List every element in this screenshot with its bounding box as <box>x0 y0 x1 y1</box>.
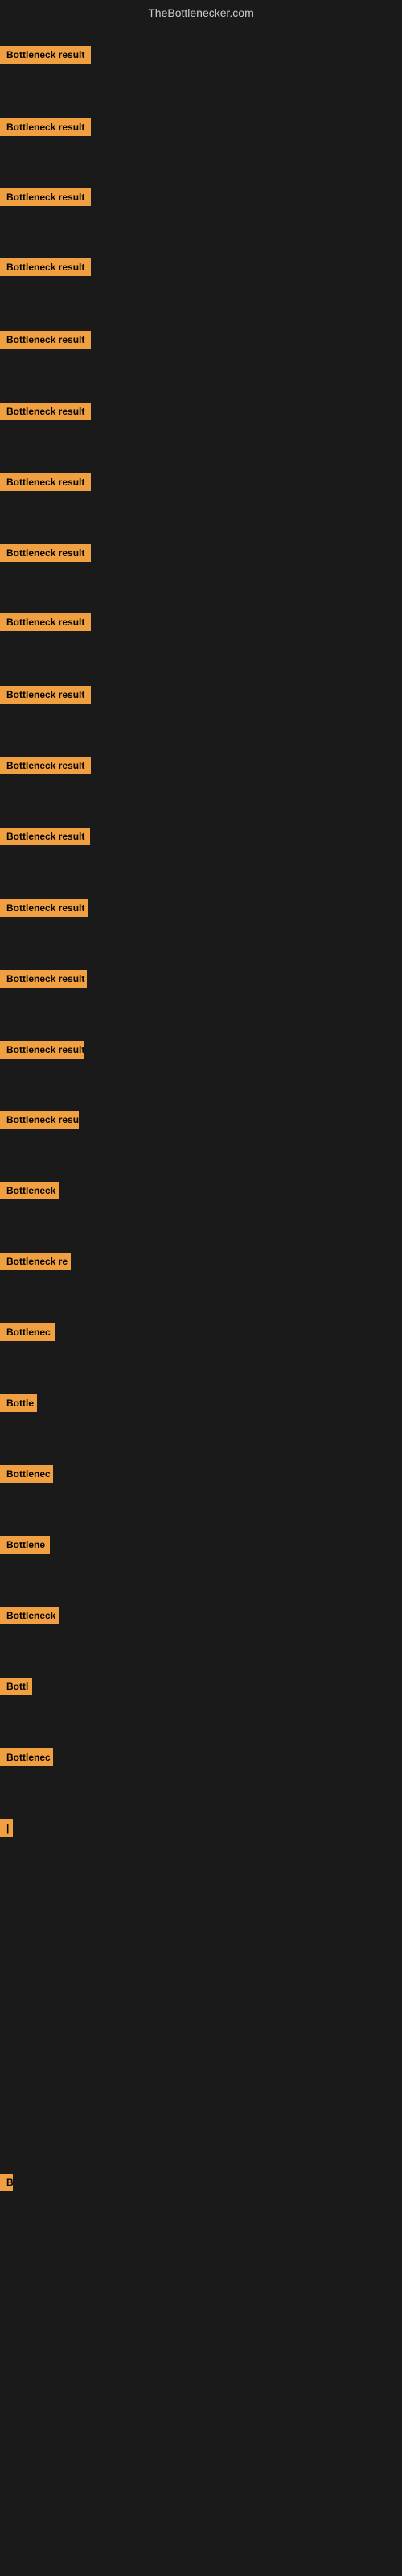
bottleneck-item-21: Bottlenec <box>0 1465 53 1487</box>
bottleneck-badge-9[interactable]: Bottleneck result <box>0 613 91 631</box>
bottleneck-item-14: Bottleneck result <box>0 970 87 992</box>
bottleneck-badge-8[interactable]: Bottleneck result <box>0 544 91 562</box>
bottleneck-item-1: Bottleneck result <box>0 46 91 68</box>
bottleneck-item-23: Bottleneck <box>0 1607 59 1629</box>
bottleneck-badge-21[interactable]: Bottlenec <box>0 1465 53 1483</box>
bottleneck-item-22: Bottlene <box>0 1536 50 1558</box>
bottleneck-item-7: Bottleneck result <box>0 473 91 495</box>
bottleneck-badge-23[interactable]: Bottleneck <box>0 1607 59 1624</box>
bottleneck-item-13: Bottleneck result <box>0 899 88 921</box>
bottleneck-item-4: Bottleneck result <box>0 258 91 280</box>
bottleneck-badge-14[interactable]: Bottleneck result <box>0 970 87 988</box>
bottleneck-badge-2[interactable]: Bottleneck result <box>0 118 91 136</box>
bottleneck-badge-26[interactable]: | <box>0 1819 13 1837</box>
bottleneck-badge-6[interactable]: Bottleneck result <box>0 402 91 420</box>
bottleneck-item-9: Bottleneck result <box>0 613 91 635</box>
bottleneck-badge-4[interactable]: Bottleneck result <box>0 258 91 276</box>
bottleneck-item-11: Bottleneck result <box>0 757 91 778</box>
bottleneck-badge-1[interactable]: Bottleneck result <box>0 46 91 64</box>
bottleneck-item-5: Bottleneck result <box>0 331 91 353</box>
bottleneck-item-27: B <box>0 2174 13 2195</box>
bottleneck-item-19: Bottlenec <box>0 1323 55 1345</box>
bottleneck-badge-3[interactable]: Bottleneck result <box>0 188 91 206</box>
bottleneck-badge-19[interactable]: Bottlenec <box>0 1323 55 1341</box>
bottleneck-badge-11[interactable]: Bottleneck result <box>0 757 91 774</box>
bottleneck-item-25: Bottlenec <box>0 1748 53 1770</box>
bottleneck-badge-22[interactable]: Bottlene <box>0 1536 50 1554</box>
bottleneck-item-26: | <box>0 1819 13 1841</box>
bottleneck-badge-15[interactable]: Bottleneck result <box>0 1041 84 1059</box>
bottleneck-badge-24[interactable]: Bottl <box>0 1678 32 1695</box>
bottleneck-badge-10[interactable]: Bottleneck result <box>0 686 91 704</box>
bottleneck-item-6: Bottleneck result <box>0 402 91 424</box>
site-title: TheBottlenecker.com <box>0 0 402 26</box>
bottleneck-item-12: Bottleneck result <box>0 828 90 849</box>
bottleneck-item-18: Bottleneck re <box>0 1253 71 1274</box>
bottleneck-badge-18[interactable]: Bottleneck re <box>0 1253 71 1270</box>
bottleneck-item-24: Bottl <box>0 1678 32 1699</box>
bottleneck-badge-27[interactable]: B <box>0 2174 13 2191</box>
bottleneck-item-2: Bottleneck result <box>0 118 91 140</box>
bottleneck-badge-12[interactable]: Bottleneck result <box>0 828 90 845</box>
bottleneck-item-16: Bottleneck resu <box>0 1111 79 1133</box>
bottleneck-item-8: Bottleneck result <box>0 544 91 566</box>
bottleneck-item-20: Bottle <box>0 1394 37 1416</box>
bottleneck-badge-16[interactable]: Bottleneck resu <box>0 1111 79 1129</box>
bottleneck-badge-17[interactable]: Bottleneck <box>0 1182 59 1199</box>
bottleneck-badge-25[interactable]: Bottlenec <box>0 1748 53 1766</box>
bottleneck-item-17: Bottleneck <box>0 1182 59 1203</box>
bottleneck-item-15: Bottleneck result <box>0 1041 84 1063</box>
bottleneck-item-3: Bottleneck result <box>0 188 91 210</box>
bottleneck-item-10: Bottleneck result <box>0 686 91 708</box>
bottleneck-badge-20[interactable]: Bottle <box>0 1394 37 1412</box>
bottleneck-badge-5[interactable]: Bottleneck result <box>0 331 91 349</box>
bottleneck-badge-7[interactable]: Bottleneck result <box>0 473 91 491</box>
bottleneck-badge-13[interactable]: Bottleneck result <box>0 899 88 917</box>
